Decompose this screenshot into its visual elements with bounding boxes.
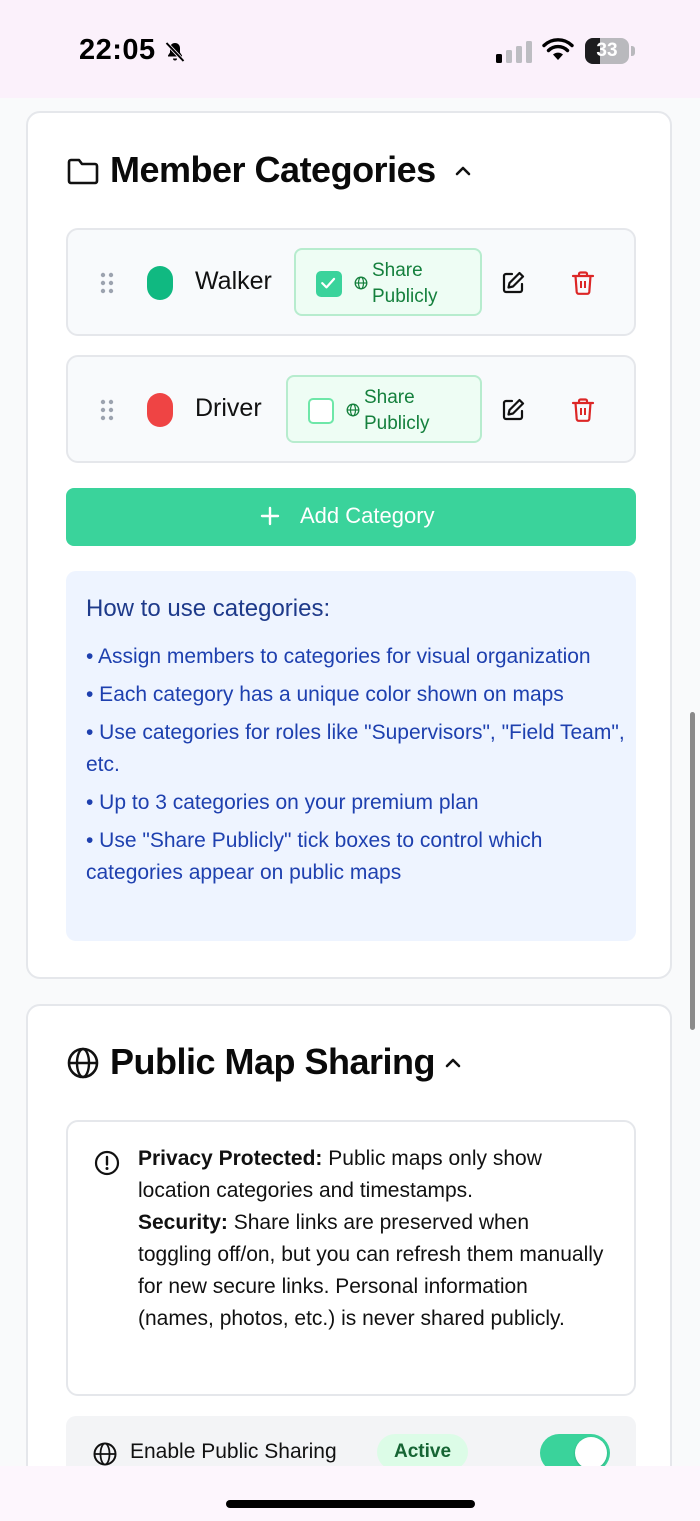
battery-level: 33 <box>596 40 618 61</box>
category-color-dot <box>147 393 173 427</box>
folder-icon <box>67 158 99 185</box>
category-row-walker: Walker Share Publicly <box>66 228 636 336</box>
chevron-up-icon[interactable] <box>453 161 473 181</box>
wifi-icon <box>542 38 574 60</box>
enable-public-sharing-row: Enable Public Sharing Active <box>66 1416 636 1466</box>
status-bar: 22:05 33 <box>0 0 700 98</box>
share-checkbox-unchecked[interactable] <box>308 398 334 424</box>
help-tip: • Assign members to categories for visua… <box>86 645 591 668</box>
enable-public-sharing-label: Enable Public Sharing <box>130 1440 337 1463</box>
edit-icon[interactable] <box>500 397 526 423</box>
help-title: How to use categories: <box>86 595 331 622</box>
globe-icon <box>67 1047 99 1079</box>
category-help-box: How to use categories: • Assign members … <box>66 571 636 941</box>
public-map-sharing-title: Public Map Sharing <box>110 1041 436 1082</box>
bell-slash-icon <box>165 41 185 63</box>
member-categories-title: Member Categories <box>110 149 436 190</box>
globe-icon <box>346 403 360 417</box>
trash-icon[interactable] <box>570 270 596 296</box>
category-name: Driver <box>195 394 262 422</box>
trash-icon[interactable] <box>570 397 596 423</box>
share-label: Share Publicly <box>372 260 438 307</box>
edit-icon[interactable] <box>500 270 526 296</box>
member-categories-card: Member Categories Walker Share Publicly … <box>26 111 672 979</box>
public-map-sharing-card: Public Map Sharing Privacy Protected: Pu… <box>26 1004 672 1466</box>
add-category-label: Add Category <box>300 503 435 528</box>
home-bar-area <box>0 1466 700 1521</box>
help-tip: • Up to 3 categories on your premium pla… <box>86 791 479 814</box>
share-label: Share Publicly <box>364 387 430 434</box>
privacy-text: Privacy Protected: Public maps only show… <box>138 1147 604 1330</box>
help-tip: • Each category has a unique color shown… <box>86 683 564 706</box>
category-color-dot <box>147 266 173 300</box>
check-icon <box>321 277 336 289</box>
chevron-up-icon[interactable] <box>443 1053 463 1073</box>
main-content[interactable]: Member Categories Walker Share Publicly … <box>0 98 700 1466</box>
share-publicly-toggle[interactable]: Share Publicly <box>294 248 482 316</box>
category-name: Walker <box>195 267 272 295</box>
drag-handle-icon[interactable] <box>100 272 114 294</box>
status-time: 22:05 <box>79 34 156 66</box>
home-indicator[interactable] <box>226 1500 475 1508</box>
globe-icon <box>93 1442 117 1466</box>
privacy-notice: Privacy Protected: Public maps only show… <box>66 1120 636 1396</box>
share-checkbox-checked[interactable] <box>316 271 342 297</box>
help-tips: • Assign members to categories for visua… <box>86 641 626 895</box>
alert-circle-icon <box>94 1150 120 1176</box>
help-tip: • Use "Share Publicly" tick boxes to con… <box>86 829 543 884</box>
toggle-knob <box>575 1437 607 1466</box>
scrollbar[interactable] <box>690 712 695 1030</box>
drag-handle-icon[interactable] <box>100 399 114 421</box>
globe-icon <box>354 276 368 290</box>
add-category-button[interactable]: Add Category <box>66 488 636 546</box>
share-publicly-toggle[interactable]: Share Publicly <box>286 375 482 443</box>
signal-icon <box>496 41 532 63</box>
status-badge: Active <box>377 1434 469 1466</box>
battery-indicator: 33 <box>585 38 629 64</box>
help-tip: • Use categories for roles like "Supervi… <box>86 721 625 776</box>
category-row-driver: Driver Share Publicly <box>66 355 636 463</box>
plus-icon <box>260 506 280 526</box>
public-sharing-toggle[interactable] <box>540 1434 610 1466</box>
